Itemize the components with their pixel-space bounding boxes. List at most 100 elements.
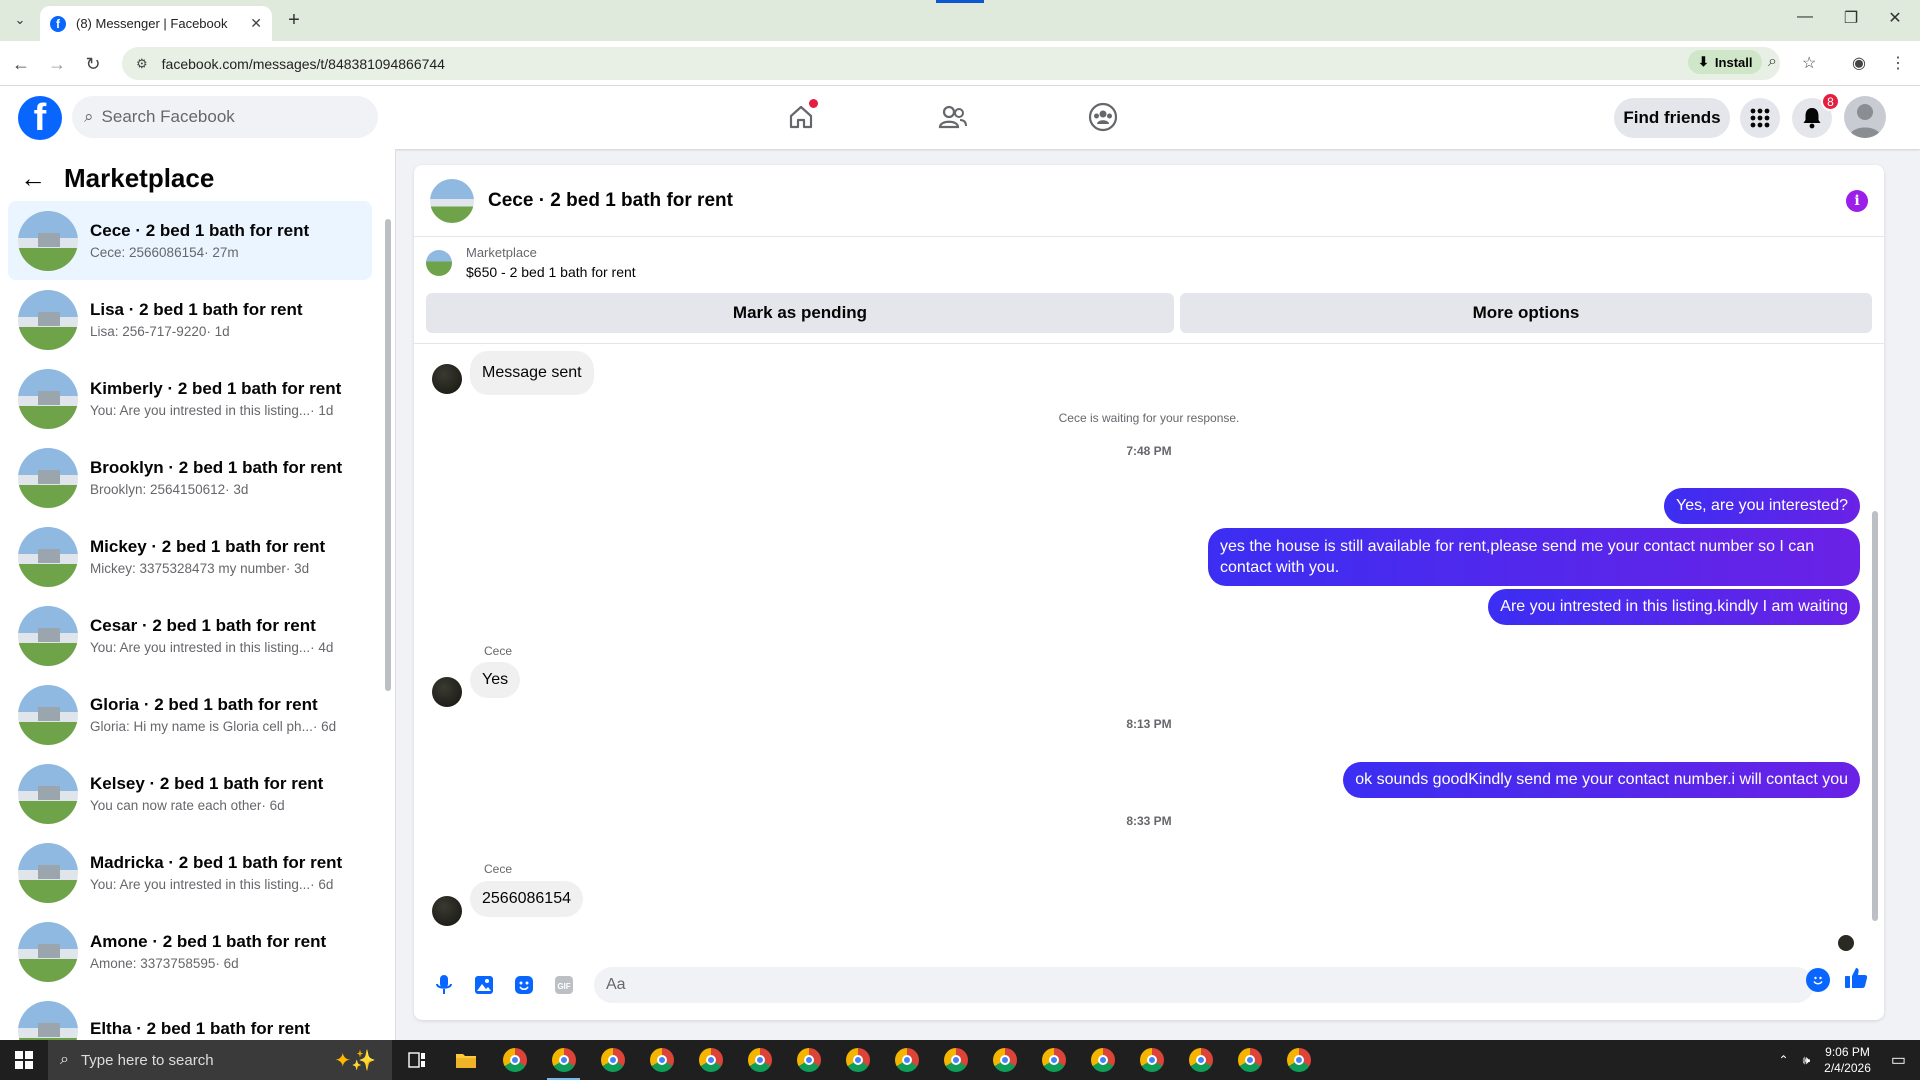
facebook-logo[interactable]: f	[18, 96, 62, 140]
listing-summary[interactable]: Marketplace $650 - 2 bed 1 bath for rent	[426, 245, 636, 280]
back-button[interactable]: ←	[8, 51, 34, 77]
conversation-item[interactable]: Mickey · 2 bed 1 bath for rent Mickey: 33…	[8, 517, 372, 596]
start-button[interactable]	[0, 1040, 48, 1080]
tray-overflow-icon[interactable]: ⌃	[1779, 1053, 1789, 1067]
info-icon[interactable]: i	[1846, 189, 1868, 212]
listing-thumbnail	[18, 210, 78, 271]
minimize-button[interactable]: —	[1790, 8, 1820, 26]
bookmark-star-icon[interactable]: ☆	[1802, 53, 1816, 73]
conversation-item[interactable]: Eltha · 2 bed 1 bath for rent	[8, 991, 372, 1040]
sidebar-scrollbar-thumb[interactable]	[385, 219, 391, 691]
chrome-icon	[1041, 1048, 1066, 1072]
groups-nav-button[interactable]	[1082, 96, 1124, 138]
conversation-item[interactable]: Kimberly · 2 bed 1 bath for rent You: Are…	[8, 359, 372, 438]
mark-as-pending-button[interactable]: Mark as pending	[426, 293, 1174, 333]
conversation-time: · 3d	[225, 482, 249, 497]
find-friends-button[interactable]: Find friends	[1614, 98, 1730, 138]
chrome-taskbar-button[interactable]	[1225, 1040, 1274, 1080]
emoji-button[interactable]	[1806, 968, 1830, 992]
chat-title[interactable]: Cece · 2 bed 1 bath for rent	[488, 190, 1846, 212]
conversation-preview: Brooklyn: 2564150612	[90, 482, 226, 497]
notifications-button[interactable]: 8	[1792, 92, 1840, 138]
chrome-icon	[600, 1048, 625, 1072]
sidebar-scrollbar[interactable]	[384, 205, 392, 1031]
reload-button[interactable]: ↻	[80, 51, 106, 77]
home-nav-button[interactable]	[780, 96, 822, 138]
chrome-taskbar-button[interactable]	[882, 1040, 931, 1080]
chrome-icon	[502, 1048, 527, 1072]
conversation-name: Eltha · 2 bed 1 bath for rent	[90, 1018, 311, 1038]
conversation-preview: Cece: 2566086154	[90, 245, 205, 260]
chrome-taskbar-button[interactable]	[1274, 1040, 1323, 1080]
sticker-button[interactable]	[504, 965, 544, 1005]
install-app-button[interactable]: ⬇ Install	[1688, 50, 1763, 74]
voice-clip-button[interactable]	[424, 965, 464, 1005]
message-bubble-outgoing: ok sounds goodKindly send me your contac…	[1343, 762, 1860, 798]
conversation-item[interactable]: Lisa · 2 bed 1 bath for rent Lisa: 256-71…	[8, 280, 372, 359]
chat-listing-thumbnail[interactable]	[430, 178, 474, 223]
notification-center-icon[interactable]: ▭	[1891, 1050, 1906, 1070]
volume-icon[interactable]: 🕪	[1803, 1053, 1811, 1068]
default-avatar-icon	[1849, 104, 1881, 138]
conversation-item[interactable]: Cece · 2 bed 1 bath for rent Cece: 256608…	[8, 201, 372, 280]
conversation-item[interactable]: Madricka · 2 bed 1 bath for rent You: Are…	[8, 833, 372, 912]
install-icon: ⬇	[1698, 54, 1709, 69]
site-info-icon[interactable]: ⚙	[136, 56, 148, 72]
chrome-taskbar-button[interactable]	[735, 1040, 784, 1080]
conversation-item[interactable]: Gloria · 2 bed 1 bath for rent Gloria: Hi…	[8, 675, 372, 754]
tab-search-chevron-icon[interactable]: ⌄	[8, 8, 32, 32]
conversation-time: · 6d	[310, 877, 334, 892]
profile-icon[interactable]: ◉	[1852, 53, 1866, 73]
chrome-taskbar-button[interactable]	[1176, 1040, 1225, 1080]
browser-tab-messenger[interactable]: f (8) Messenger | Facebook ✕	[40, 6, 272, 41]
tab-close-icon[interactable]: ✕	[250, 15, 262, 32]
facebook-search-input[interactable]: ⌕ Search Facebook	[72, 96, 378, 138]
file-explorer-button[interactable]	[441, 1040, 490, 1080]
close-window-button[interactable]: ✕	[1880, 8, 1910, 28]
task-view-button[interactable]	[392, 1040, 441, 1080]
address-bar[interactable]: ⚙ facebook.com/messages/t/84838109486674…	[122, 47, 1780, 80]
chrome-taskbar-button[interactable]	[686, 1040, 735, 1080]
back-arrow-icon[interactable]: ←	[20, 163, 46, 194]
conversation-item[interactable]: Amone · 2 bed 1 bath for rent Amone: 3373…	[8, 912, 372, 991]
browser-tabstrip: ⌄ f (8) Messenger | Facebook ✕ + — ❐ ✕	[0, 0, 1920, 41]
taskbar-search[interactable]: ⌕ Type here to search ✦✨	[48, 1040, 392, 1080]
chrome-taskbar-button[interactable]	[833, 1040, 882, 1080]
gif-icon: GIF	[555, 976, 573, 994]
more-options-button[interactable]: More options	[1180, 293, 1872, 333]
chrome-taskbar-button[interactable]	[931, 1040, 980, 1080]
chrome-taskbar-button[interactable]	[784, 1040, 833, 1080]
search-icon: ⌕	[60, 1051, 69, 1068]
chrome-taskbar-button[interactable]	[1127, 1040, 1176, 1080]
conversation-item[interactable]: Kelsey · 2 bed 1 bath for rent You can no…	[8, 754, 372, 833]
chrome-taskbar-button[interactable]	[490, 1040, 539, 1080]
new-tab-button[interactable]: +	[282, 8, 306, 32]
chat-panel: Cece · 2 bed 1 bath for rent i Marketpla…	[414, 165, 1884, 1020]
forward-button[interactable]: →	[44, 51, 70, 77]
message-bubble-incoming: 2566086154	[470, 881, 583, 917]
chat-scrollbar-thumb[interactable]	[1872, 511, 1878, 921]
timestamp: 7:48 PM	[1126, 444, 1172, 458]
account-avatar[interactable]	[1844, 96, 1886, 138]
conversation-item[interactable]: Brooklyn · 2 bed 1 bath for rent Brooklyn…	[8, 438, 372, 517]
chrome-taskbar-button[interactable]	[1029, 1040, 1078, 1080]
message-input[interactable]	[594, 967, 1814, 1003]
gif-button[interactable]: GIF	[544, 965, 584, 1005]
conversation-item[interactable]: Cesar · 2 bed 1 bath for rent You: Are yo…	[8, 596, 372, 675]
chrome-taskbar-button[interactable]	[637, 1040, 686, 1080]
zoom-icon[interactable]: ⌕	[1768, 53, 1777, 71]
chat-scrollbar[interactable]	[1870, 343, 1880, 945]
chrome-taskbar-button[interactable]	[539, 1040, 588, 1080]
restore-button[interactable]: ❐	[1836, 8, 1866, 28]
browser-menu-icon[interactable]: ⋮	[1890, 53, 1906, 73]
friends-nav-button[interactable]	[932, 96, 974, 138]
taskbar-clock[interactable]: 9:06 PM 2/4/2026	[1824, 1044, 1871, 1076]
chrome-taskbar-button[interactable]	[1078, 1040, 1127, 1080]
chrome-taskbar-button[interactable]	[980, 1040, 1029, 1080]
attach-photo-button[interactable]	[464, 965, 504, 1005]
chrome-taskbar-button[interactable]	[588, 1040, 637, 1080]
listing-thumbnail	[18, 763, 78, 824]
conversation-name: Amone · 2 bed 1 bath for rent	[90, 932, 327, 951]
menu-grid-button[interactable]	[1740, 98, 1780, 138]
like-button[interactable]	[1844, 966, 1868, 997]
